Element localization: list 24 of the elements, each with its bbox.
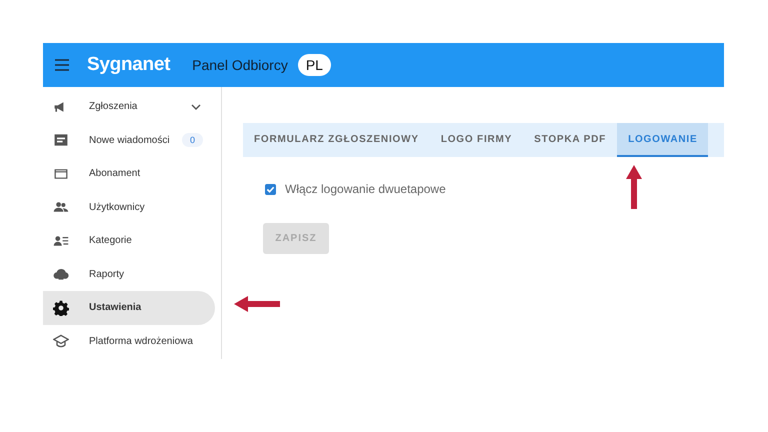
checkbox[interactable] xyxy=(265,184,276,194)
chevron-icon[interactable] xyxy=(191,104,201,110)
gear-icon xyxy=(53,300,69,316)
tab[interactable]: FORMULARZ ZGŁOSZENIOWY xyxy=(243,123,430,157)
sidebar-item[interactable]: Kategorie xyxy=(43,224,215,258)
message-icon xyxy=(53,132,69,148)
cloud-icon xyxy=(53,266,69,282)
count-badge: 0 xyxy=(182,133,203,148)
sidebar-item[interactable]: Użytkownicy xyxy=(43,190,215,224)
arrow-icon xyxy=(626,165,642,209)
arrow-icon xyxy=(234,296,280,312)
language-badge[interactable]: PL xyxy=(298,54,331,76)
sidebar-item[interactable]: Abonament xyxy=(43,157,215,190)
school-icon xyxy=(53,333,69,350)
checkbox-label: Włącz logowanie dwuetapowe xyxy=(285,182,446,196)
tab[interactable]: LOGO FIRMY xyxy=(430,123,524,157)
sidebar-item[interactable]: Ustawienia xyxy=(43,291,215,324)
menu-icon[interactable] xyxy=(55,59,69,71)
header-title: Panel Odbiorcy xyxy=(192,57,288,73)
tab[interactable]: STOPKA PDF xyxy=(523,123,618,157)
sidebar-item[interactable]: Nowe wiadomości 0 xyxy=(43,124,215,157)
sidebar-item[interactable]: Platforma wdrożeniowa xyxy=(43,324,215,358)
sidebar-item[interactable]: Zgłoszenia xyxy=(43,90,215,124)
sidebar-item[interactable]: Raporty xyxy=(43,258,215,291)
